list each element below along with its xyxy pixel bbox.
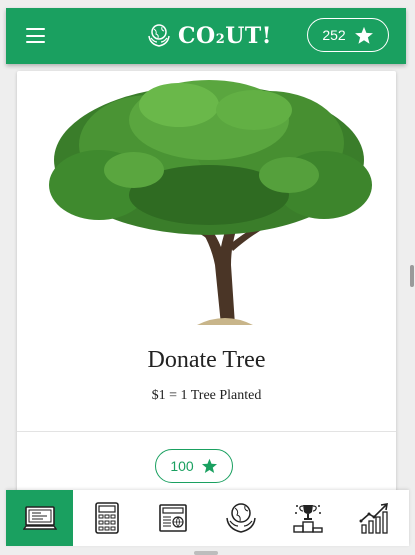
nav-item-calculator[interactable] [73, 490, 140, 546]
card-divider [17, 431, 396, 432]
card-title: Donate Tree [147, 347, 266, 373]
card-subtitle: $1 = 1 Tree Planted [151, 388, 262, 403]
computer-icon [22, 506, 57, 530]
scroll-handle [194, 551, 218, 555]
hamburger-menu-icon[interactable] [26, 28, 46, 44]
points-badge[interactable]: 252 [307, 18, 389, 52]
globe-hands-icon [148, 24, 170, 47]
star-icon [354, 26, 373, 44]
app-title-main: CO [178, 23, 216, 49]
nav-item-chart[interactable] [342, 490, 409, 546]
scrollbar-thumb[interactable] [410, 265, 414, 287]
app-root: CO 2 UT! 252 Donate Tree $1 = 1 Tree Pla… [0, 0, 415, 555]
nav-item-news[interactable] [140, 490, 207, 546]
cost-value: 100 [170, 458, 194, 474]
app-logo: CO 2 UT! [146, 18, 272, 54]
globe-hands-icon [226, 503, 256, 533]
bottom-navigation [6, 490, 409, 546]
news-icon [159, 504, 187, 532]
growth-chart-icon [359, 503, 389, 534]
nav-item-trophy[interactable] [275, 490, 342, 546]
app-header: CO 2 UT! 252 [6, 8, 406, 64]
star-icon [201, 458, 217, 473]
tree-image [49, 80, 372, 325]
nav-item-globe[interactable] [208, 490, 275, 546]
calculator-icon [94, 502, 119, 534]
app-title: CO 2 UT! [178, 23, 272, 49]
donate-cost-button[interactable]: 100 [155, 449, 233, 483]
app-title-tail: UT! [225, 23, 272, 49]
points-value: 252 [322, 27, 346, 43]
trophy-podium-icon [293, 505, 323, 533]
donate-tree-card[interactable]: Donate Tree $1 = 1 Tree Planted 100 [17, 71, 396, 501]
nav-item-computer[interactable] [6, 490, 74, 546]
